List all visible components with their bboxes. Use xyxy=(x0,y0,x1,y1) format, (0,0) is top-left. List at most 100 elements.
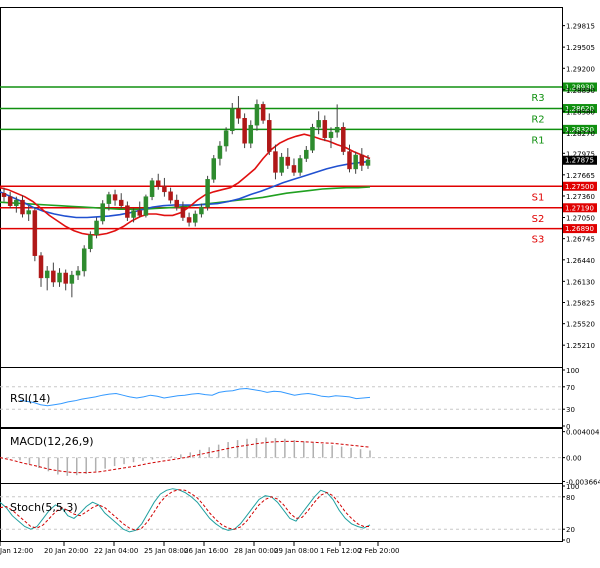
bull-candle-body xyxy=(14,199,19,206)
bull-candle-body xyxy=(211,158,217,180)
price-tick-label: 1.29505 xyxy=(566,44,595,52)
bear-candle-body xyxy=(186,217,192,223)
bull-candle-body xyxy=(26,210,31,215)
bull-candle-body xyxy=(81,248,87,272)
time-tick-label: 28 Jan 00:00 xyxy=(234,547,278,555)
bull-candle-body xyxy=(131,210,136,218)
bear-candle-body xyxy=(118,199,124,206)
stoch-tick-label: 0 xyxy=(566,537,570,545)
time-tick-label: 26 Jan 16:00 xyxy=(184,547,228,555)
bull-candle-body xyxy=(143,196,149,216)
candle xyxy=(205,175,210,211)
bear-candle-body xyxy=(322,120,328,138)
bull-candle-body xyxy=(223,130,229,147)
bear-candle-body xyxy=(236,108,241,119)
level-tag-text-s3: 1.26890 xyxy=(565,225,594,233)
bull-candle-body xyxy=(297,158,303,173)
bull-candle-body xyxy=(193,213,198,223)
bull-candle-body xyxy=(328,131,334,138)
candle xyxy=(242,113,247,149)
price-tick-label: 1.25520 xyxy=(566,321,595,329)
price-tick-label: 1.27975 xyxy=(566,150,595,158)
stoch-tick-label: 100 xyxy=(566,483,579,491)
bull-candle-body xyxy=(365,159,371,166)
bull-candle-body xyxy=(57,272,62,283)
price-tick-label: 1.26130 xyxy=(566,278,595,286)
level-label-s3: S3 xyxy=(532,235,545,246)
stoch-tick-label: 20 xyxy=(566,526,575,534)
time-tick-label: 25 Jan 08:00 xyxy=(144,547,188,555)
bear-candle-body xyxy=(359,154,365,166)
bull-candle-body xyxy=(334,127,340,133)
bear-candle-body xyxy=(125,205,130,218)
bull-candle-body xyxy=(304,149,309,159)
candle xyxy=(100,200,105,225)
rsi-tick-label: 70 xyxy=(566,384,575,392)
bear-candle-body xyxy=(291,165,297,173)
level-label-s1: S1 xyxy=(532,192,545,203)
level-label-r3: R3 xyxy=(531,93,544,104)
rsi-tick-label: 30 xyxy=(566,406,575,414)
bear-candle-body xyxy=(32,210,38,256)
bull-candle-body xyxy=(100,203,105,222)
price-tick-label: 1.28270 xyxy=(566,130,595,138)
bear-candle-body xyxy=(285,156,291,166)
bear-candle-body xyxy=(7,196,13,206)
time-tick-label: 22 Jan 04:00 xyxy=(94,547,138,555)
time-tick-label: 29 Jan 08:00 xyxy=(274,547,318,555)
bull-candle-body xyxy=(279,156,284,173)
price-tick-label: 1.29815 xyxy=(566,23,595,31)
price-tick-label: 1.28580 xyxy=(566,108,595,116)
bear-candle-body xyxy=(1,192,7,197)
candle xyxy=(310,123,315,153)
time-tick-label: 20 Jan 20:00 xyxy=(44,547,88,555)
level-tag-text-s1: 1.27500 xyxy=(565,183,594,191)
candle xyxy=(260,101,266,124)
price-tick-label: 1.25210 xyxy=(566,342,595,350)
bull-candle-body xyxy=(353,154,358,170)
price-tick-label: 1.27050 xyxy=(566,214,595,222)
bull-candle-body xyxy=(199,206,204,215)
level-tag-text-s2: 1.27190 xyxy=(565,204,594,212)
price-tick-label: 1.27665 xyxy=(566,172,595,180)
price-tick-label: 1.26440 xyxy=(566,257,595,265)
bull-candle-body xyxy=(310,127,315,151)
macd-tick-label: 0.00 xyxy=(566,455,582,463)
bear-candle-body xyxy=(162,186,167,193)
bear-candle-body xyxy=(63,272,68,284)
candle xyxy=(32,207,38,262)
bull-candle-body xyxy=(248,124,254,144)
bear-candle-body xyxy=(155,180,161,187)
rsi-title: RSI(14) xyxy=(10,392,50,405)
chart-canvas: R31.28930R21.28620R11.28320S11.27500S21.… xyxy=(0,0,600,564)
stoch-tick-label: 80 xyxy=(566,494,575,502)
bear-candle-body xyxy=(260,104,266,121)
bear-candle-body xyxy=(20,199,25,215)
rsi-tick-label: 100 xyxy=(566,367,579,375)
trading-chart: R3 1.28930 R2 1.28620 R1 1.28320 S1 1.27500 S2 1.… xyxy=(0,0,600,564)
bear-candle-body xyxy=(180,206,186,218)
bear-candle-body xyxy=(51,270,56,283)
bear-candle-body xyxy=(273,151,278,173)
bull-candle-body xyxy=(217,145,223,159)
candle xyxy=(143,194,149,218)
candle xyxy=(211,155,217,183)
stoch-title: Stoch(5,5,3) xyxy=(10,501,78,514)
level-label-r2: R2 xyxy=(531,115,544,126)
macd-title: MACD(12,26,9) xyxy=(10,435,94,448)
bull-candle-body xyxy=(254,104,260,126)
price-tick-label: 1.26745 xyxy=(566,236,595,244)
bear-candle-body xyxy=(137,210,142,216)
bull-candle-body xyxy=(230,108,235,131)
bull-candle-body xyxy=(205,179,210,208)
level-label-s2: S2 xyxy=(532,214,545,225)
chart-background xyxy=(0,0,600,564)
bull-candle-body xyxy=(106,194,112,204)
level-label-r1: R1 xyxy=(531,135,544,146)
bear-candle-body xyxy=(112,194,118,201)
bull-candle-body xyxy=(94,220,99,236)
price-tick-label: 1.29200 xyxy=(566,65,595,73)
candle xyxy=(341,122,346,156)
candle xyxy=(149,177,155,201)
time-tick-label: 1 Feb 12:00 xyxy=(320,547,361,555)
